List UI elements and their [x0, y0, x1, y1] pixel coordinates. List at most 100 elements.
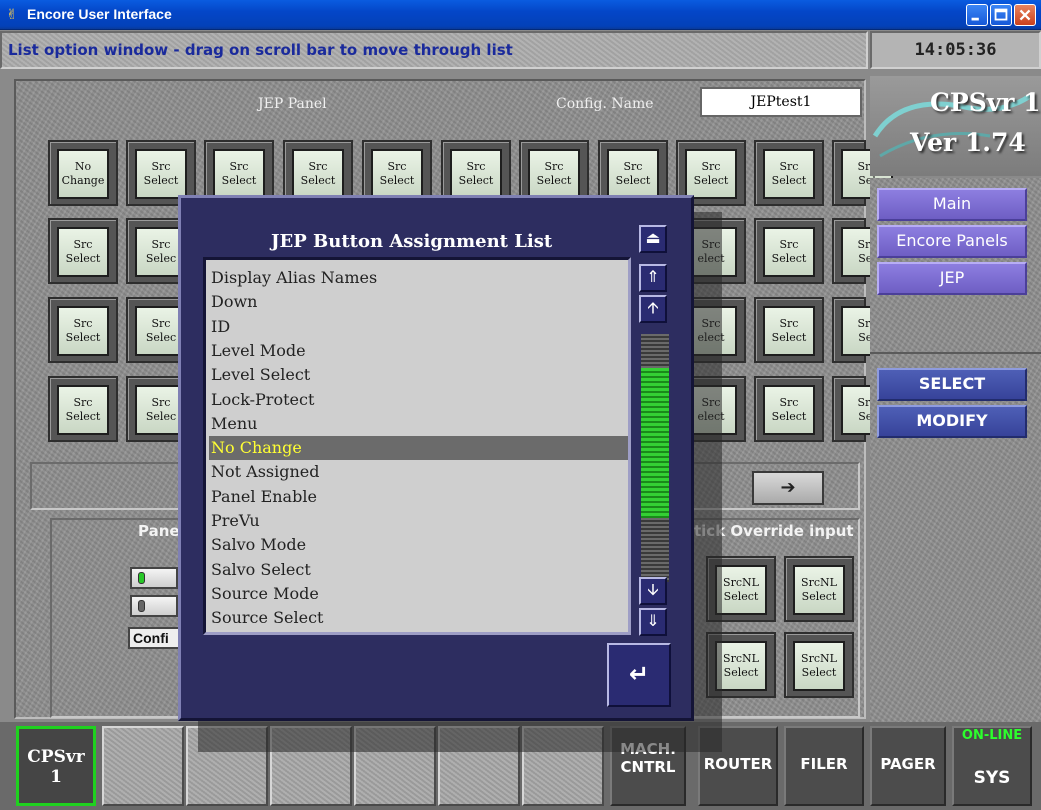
- pager-tab[interactable]: PAGER: [870, 726, 946, 806]
- empty-tab-1[interactable]: [102, 726, 184, 806]
- srcnl-label: SrcNL Select: [715, 565, 767, 615]
- window-title-bar[interactable]: ✌ Encore User Interface: [0, 0, 1041, 30]
- list-item[interactable]: Source Select: [209, 606, 628, 630]
- list-item[interactable]: Salvo Mode: [209, 533, 628, 557]
- double-chevron-down-icon: ⇓: [646, 611, 660, 630]
- panel-label-partial: Pane: [138, 522, 180, 540]
- srcnl-label: SrcNL Select: [715, 641, 767, 691]
- nav-encore-panels[interactable]: Encore Panels: [877, 225, 1027, 258]
- jep-grid-button-label: Src Select: [57, 385, 109, 435]
- list-item[interactable]: Lock-Protect: [209, 388, 628, 412]
- assignment-list[interactable]: Display Alias Names Down ID Level Mode Level…: [203, 257, 631, 635]
- next-page-button[interactable]: ➔: [752, 471, 824, 505]
- srcnl-label: SrcNL Select: [793, 641, 845, 691]
- cpsvr-tab[interactable]: CPSvr 1: [16, 726, 96, 806]
- list-item[interactable]: Display Alias Names: [209, 266, 628, 290]
- maximize-icon: [994, 8, 1008, 21]
- jep-grid-button-label: Src Select: [763, 227, 815, 277]
- enter-button[interactable]: ↵: [607, 643, 671, 707]
- jep-grid-button-label: Src Select: [450, 149, 502, 199]
- list-item-selected[interactable]: No Change: [209, 436, 628, 461]
- modify-button[interactable]: MODIFY: [877, 405, 1027, 438]
- list-item[interactable]: Salvo Select: [209, 558, 628, 582]
- arrow-up-icon: 🡩: [647, 298, 659, 317]
- jep-grid-button-label: Src Select: [763, 306, 815, 356]
- double-chevron-up-icon: ⇑: [646, 267, 660, 286]
- dialog-title: JEP Button Assignment List: [271, 231, 553, 252]
- clock: 14:05:36: [870, 31, 1041, 69]
- panel-toggle-2[interactable]: [130, 595, 178, 617]
- right-sidebar: [870, 178, 1041, 722]
- jep-grid-button[interactable]: Src Select: [48, 297, 118, 363]
- nav-jep[interactable]: JEP: [877, 262, 1027, 295]
- scroll-top-button[interactable]: ⏏: [639, 225, 667, 253]
- return-icon: ↵: [628, 660, 650, 688]
- config-name-label: Config. Name: [556, 96, 654, 112]
- jep-button-assignment-dialog: JEP Button Assignment List Display Alias…: [178, 195, 694, 721]
- jep-grid-button-label: Src Select: [135, 149, 187, 199]
- config-name-field[interactable]: JEPtest1: [700, 87, 862, 117]
- line-down-button[interactable]: 🡫: [639, 577, 667, 605]
- jep-grid-button[interactable]: Src Select: [754, 297, 824, 363]
- srcnl-label: SrcNL Select: [793, 565, 845, 615]
- jep-grid-button-label: Src Select: [292, 149, 344, 199]
- led-indicator-off: [138, 600, 145, 612]
- list-item[interactable]: ID: [209, 315, 628, 339]
- page-down-button[interactable]: ⇓: [639, 608, 667, 636]
- list-item[interactable]: Panel Enable: [209, 485, 628, 509]
- jep-grid-button[interactable]: Src Select: [754, 376, 824, 442]
- status-bar: List option window - drag on scroll bar …: [0, 31, 868, 69]
- jep-grid-button-label: Src Select: [57, 306, 109, 356]
- jep-grid-button-label: Src Select: [685, 149, 737, 199]
- list-item[interactable]: Source Mode: [209, 582, 628, 606]
- jep-grid-button[interactable]: Src Sel: [832, 218, 893, 284]
- maximize-button[interactable]: [990, 4, 1012, 26]
- jep-panel-label: JEP Panel: [258, 96, 327, 112]
- sidebar-divider: [870, 352, 1041, 354]
- list-item[interactable]: PreVu: [209, 509, 628, 533]
- srcnl-button[interactable]: SrcNL Select: [784, 556, 854, 622]
- nav-main[interactable]: Main: [877, 188, 1027, 221]
- jep-grid-button-label: Src Select: [763, 149, 815, 199]
- panel-toggle-1[interactable]: [130, 567, 178, 589]
- list-item[interactable]: Menu: [209, 412, 628, 436]
- jep-grid-button-label: Src Select: [528, 149, 580, 199]
- logo-line-1: CPSvr 1: [930, 88, 1041, 117]
- list-item[interactable]: Not Assigned: [209, 460, 628, 484]
- scrollbar-thumb[interactable]: [641, 368, 669, 518]
- cpsvr-tab-line1: CPSvr: [27, 747, 85, 767]
- logo-line-2: Ver 1.74: [910, 128, 1026, 157]
- list-item[interactable]: Down: [209, 290, 628, 314]
- jep-grid-button[interactable]: Src Select: [754, 218, 824, 284]
- page-up-button[interactable]: ⇑: [639, 264, 667, 292]
- minimize-icon: [971, 17, 979, 21]
- jep-grid-button-label: Src Select: [213, 149, 265, 199]
- status-message: List option window - drag on scroll bar …: [8, 41, 513, 59]
- led-indicator-green: [138, 572, 145, 584]
- srcnl-button[interactable]: SrcNL Select: [784, 632, 854, 698]
- line-up-button[interactable]: 🡩: [639, 295, 667, 323]
- jep-grid-button-label: Src Select: [763, 385, 815, 435]
- jep-grid-button[interactable]: Src Select: [754, 140, 824, 206]
- sys-label: SYS: [973, 768, 1011, 788]
- list-item[interactable]: Level Select: [209, 363, 628, 387]
- jep-grid-button[interactable]: Src Select: [48, 218, 118, 284]
- jep-grid-button[interactable]: Src Sel: [832, 376, 893, 442]
- jep-grid-button-label: Src Select: [371, 149, 423, 199]
- arrow-right-icon: ➔: [780, 477, 796, 498]
- close-icon: [1019, 9, 1031, 21]
- minimize-button[interactable]: [966, 4, 988, 26]
- jep-grid-button[interactable]: Src Sel: [832, 140, 893, 206]
- mach-cntrl-line2: CNTRL: [620, 758, 676, 776]
- jep-grid-button[interactable]: Src Select: [48, 376, 118, 442]
- eject-icon: ⏏: [645, 228, 661, 247]
- jep-grid-button-label: Src Select: [607, 149, 659, 199]
- jep-grid-button[interactable]: Src Sel: [832, 297, 893, 363]
- app-icon: ✌: [6, 7, 18, 23]
- jep-grid-button[interactable]: No Change: [48, 140, 118, 206]
- close-button[interactable]: [1014, 4, 1036, 26]
- select-button[interactable]: SELECT: [877, 368, 1027, 401]
- filer-tab[interactable]: FILER: [784, 726, 864, 806]
- list-item[interactable]: Level Mode: [209, 339, 628, 363]
- jep-grid-button-label: No Change: [57, 149, 109, 199]
